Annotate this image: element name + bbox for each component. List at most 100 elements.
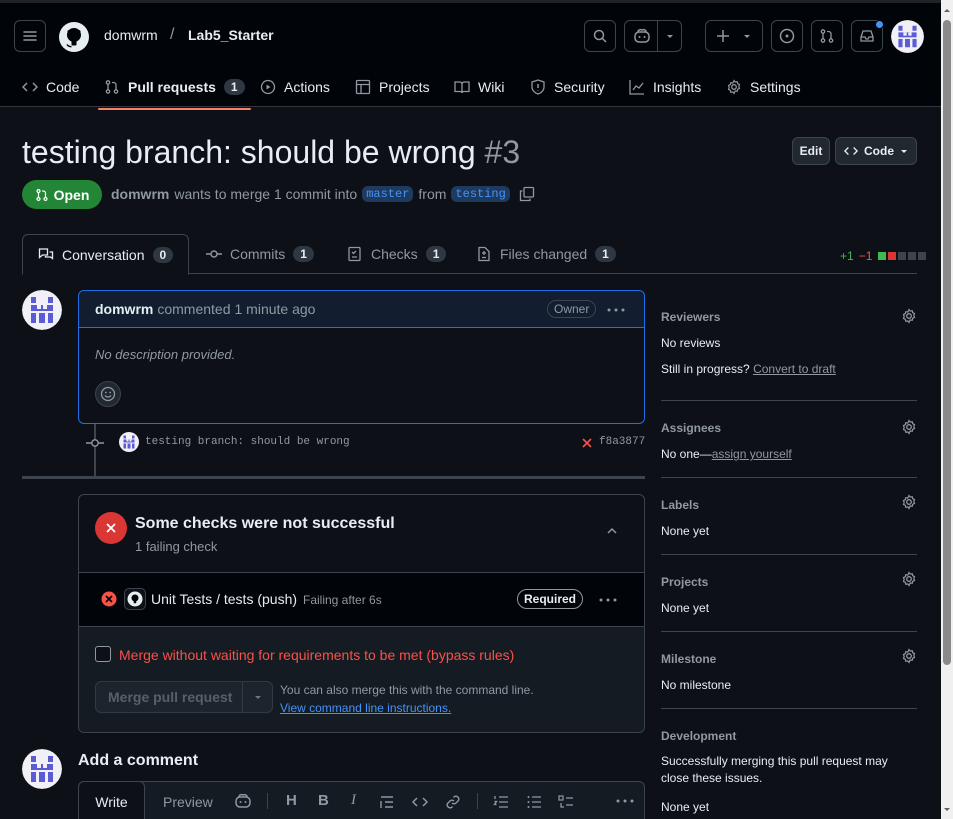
tab-files-changed-label: Files changed: [500, 246, 588, 262]
tab-security[interactable]: Security: [530, 65, 605, 109]
projects-title[interactable]: Projects: [661, 575, 708, 589]
tab-settings[interactable]: Settings: [726, 65, 801, 109]
search-button[interactable]: [584, 20, 616, 52]
tab-conversation[interactable]: Conversation 0: [22, 234, 190, 275]
comment-author-avatar[interactable]: [22, 290, 62, 330]
x-fail-icon[interactable]: [581, 437, 593, 449]
convert-to-draft-link[interactable]: Convert to draft: [753, 362, 836, 376]
gear-icon[interactable]: [901, 571, 917, 587]
kebab-menu-icon[interactable]: [599, 598, 617, 602]
quote-icon[interactable]: [379, 794, 395, 810]
tab-preview[interactable]: Preview: [163, 794, 213, 810]
scrollbar-thumb[interactable]: [943, 20, 951, 665]
diffstat: +1 −1: [840, 249, 927, 263]
reviewers-title[interactable]: Reviewers: [661, 310, 720, 324]
heading-icon[interactable]: H: [286, 792, 297, 809]
issues-button[interactable]: [771, 20, 803, 52]
code-icon[interactable]: [412, 794, 428, 810]
scroll-down-arrow-icon[interactable]: [941, 804, 953, 816]
inbox-icon: [860, 30, 874, 42]
cli-instructions-link[interactable]: View command line instructions.: [280, 701, 451, 715]
diff-deletions: −1: [858, 249, 873, 263]
tab-code[interactable]: Code: [22, 65, 79, 109]
assignees-title[interactable]: Assignees: [661, 421, 721, 435]
copilot-icon: [634, 28, 650, 43]
chevron-down-icon: [667, 35, 673, 38]
chevron-down-icon[interactable]: [253, 692, 263, 702]
bypass-checkbox[interactable]: [95, 646, 111, 662]
sidebar-reviewers: Reviewers No reviews Still in progress? …: [661, 306, 917, 401]
tab-files-changed[interactable]: Files changed 1: [476, 234, 616, 274]
gear-icon[interactable]: [901, 308, 917, 324]
search-icon: [593, 29, 607, 43]
base-branch[interactable]: master: [362, 186, 414, 202]
check-run-name[interactable]: Unit Tests / tests (push): [151, 591, 297, 607]
file-diff-icon: [478, 246, 490, 262]
checks-summary: Some checks were not successful 1 failin…: [79, 495, 644, 573]
gear-icon[interactable]: [901, 648, 917, 664]
commit-message[interactable]: testing branch: should be wrong: [145, 436, 350, 448]
edit-title-button[interactable]: Edit: [792, 137, 830, 165]
gear-icon[interactable]: [901, 494, 917, 510]
pr-tabs: Conversation 0 Commits 1 Checks 1 Files …: [22, 234, 917, 275]
commit-author-avatar[interactable]: [119, 432, 139, 452]
assign-yourself-link[interactable]: assign yourself: [712, 447, 792, 461]
pr-author[interactable]: domwrm: [111, 186, 169, 202]
copilot-button[interactable]: [624, 20, 682, 52]
tab-insights[interactable]: Insights: [629, 65, 701, 109]
comment-time[interactable]: 1 minute ago: [235, 301, 316, 317]
gear-icon[interactable]: [901, 419, 917, 435]
tasklist-icon[interactable]: [558, 794, 574, 810]
commit-sha[interactable]: f8a3877: [599, 436, 645, 448]
tab-pull-requests[interactable]: Pull requests 1: [98, 65, 251, 110]
tab-projects[interactable]: Projects: [355, 65, 430, 109]
comment-author[interactable]: domwrm: [95, 301, 153, 317]
copilot-icon[interactable]: [234, 793, 252, 809]
x-circle-fill-icon: [101, 591, 117, 607]
tab-commits[interactable]: Commits 1: [206, 234, 314, 274]
pull-requests-button[interactable]: [811, 20, 843, 52]
milestone-title[interactable]: Milestone: [661, 652, 716, 666]
sidebar-milestone: Milestone No milestone: [661, 648, 917, 709]
copy-icon[interactable]: [519, 186, 535, 202]
fail-status-icon: [95, 512, 127, 544]
page-title: testing branch: should be wrong #3: [22, 134, 520, 171]
link-icon[interactable]: [445, 794, 461, 810]
scroll-up-arrow-icon[interactable]: [941, 4, 953, 16]
merge-pull-request-button[interactable]: Merge pull request: [108, 689, 232, 705]
unordered-list-icon[interactable]: [526, 794, 542, 810]
tab-write[interactable]: Write: [78, 781, 145, 819]
tab-commits-label: Commits: [230, 246, 286, 262]
chevron-down-icon: [744, 35, 750, 38]
italic-icon[interactable]: I: [351, 792, 356, 809]
create-new-button[interactable]: [705, 20, 763, 52]
breadcrumb-owner[interactable]: domwrm: [104, 27, 158, 43]
comment-editor: Write Preview H B I: [78, 781, 645, 819]
add-reaction-button[interactable]: [95, 381, 121, 407]
tab-checks[interactable]: Checks 1: [347, 234, 447, 274]
check-run-row[interactable]: Unit Tests / tests (push) Failing after …: [79, 573, 644, 627]
user-avatar[interactable]: [891, 20, 924, 53]
code-dropdown-button[interactable]: Code: [835, 137, 917, 165]
menu-button[interactable]: [14, 20, 46, 52]
kebab-menu-icon[interactable]: [607, 308, 625, 312]
bypass-label[interactable]: Merge without waiting for requirements t…: [119, 647, 514, 663]
add-comment-title: Add a comment: [78, 752, 199, 769]
graph-icon: [629, 80, 644, 95]
pull-requests-count: 1: [223, 79, 245, 95]
development-value-2: None yet: [661, 800, 710, 814]
commit-icon: [86, 439, 104, 447]
kebab-menu-icon[interactable]: [616, 799, 634, 803]
tab-wiki[interactable]: Wiki: [454, 65, 504, 109]
development-title[interactable]: Development: [661, 729, 736, 743]
breadcrumb-repo[interactable]: Lab5_Starter: [188, 27, 274, 43]
bold-icon[interactable]: B: [318, 792, 329, 809]
tab-actions[interactable]: Actions: [260, 65, 330, 109]
breadcrumb-separator: /: [170, 26, 175, 43]
labels-title[interactable]: Labels: [661, 498, 699, 512]
conversation-count: 0: [152, 246, 174, 263]
head-branch[interactable]: testing: [451, 186, 510, 202]
github-logo-icon[interactable]: [58, 21, 90, 53]
ordered-list-icon[interactable]: [493, 794, 509, 810]
chevron-up-icon[interactable]: [605, 524, 619, 538]
